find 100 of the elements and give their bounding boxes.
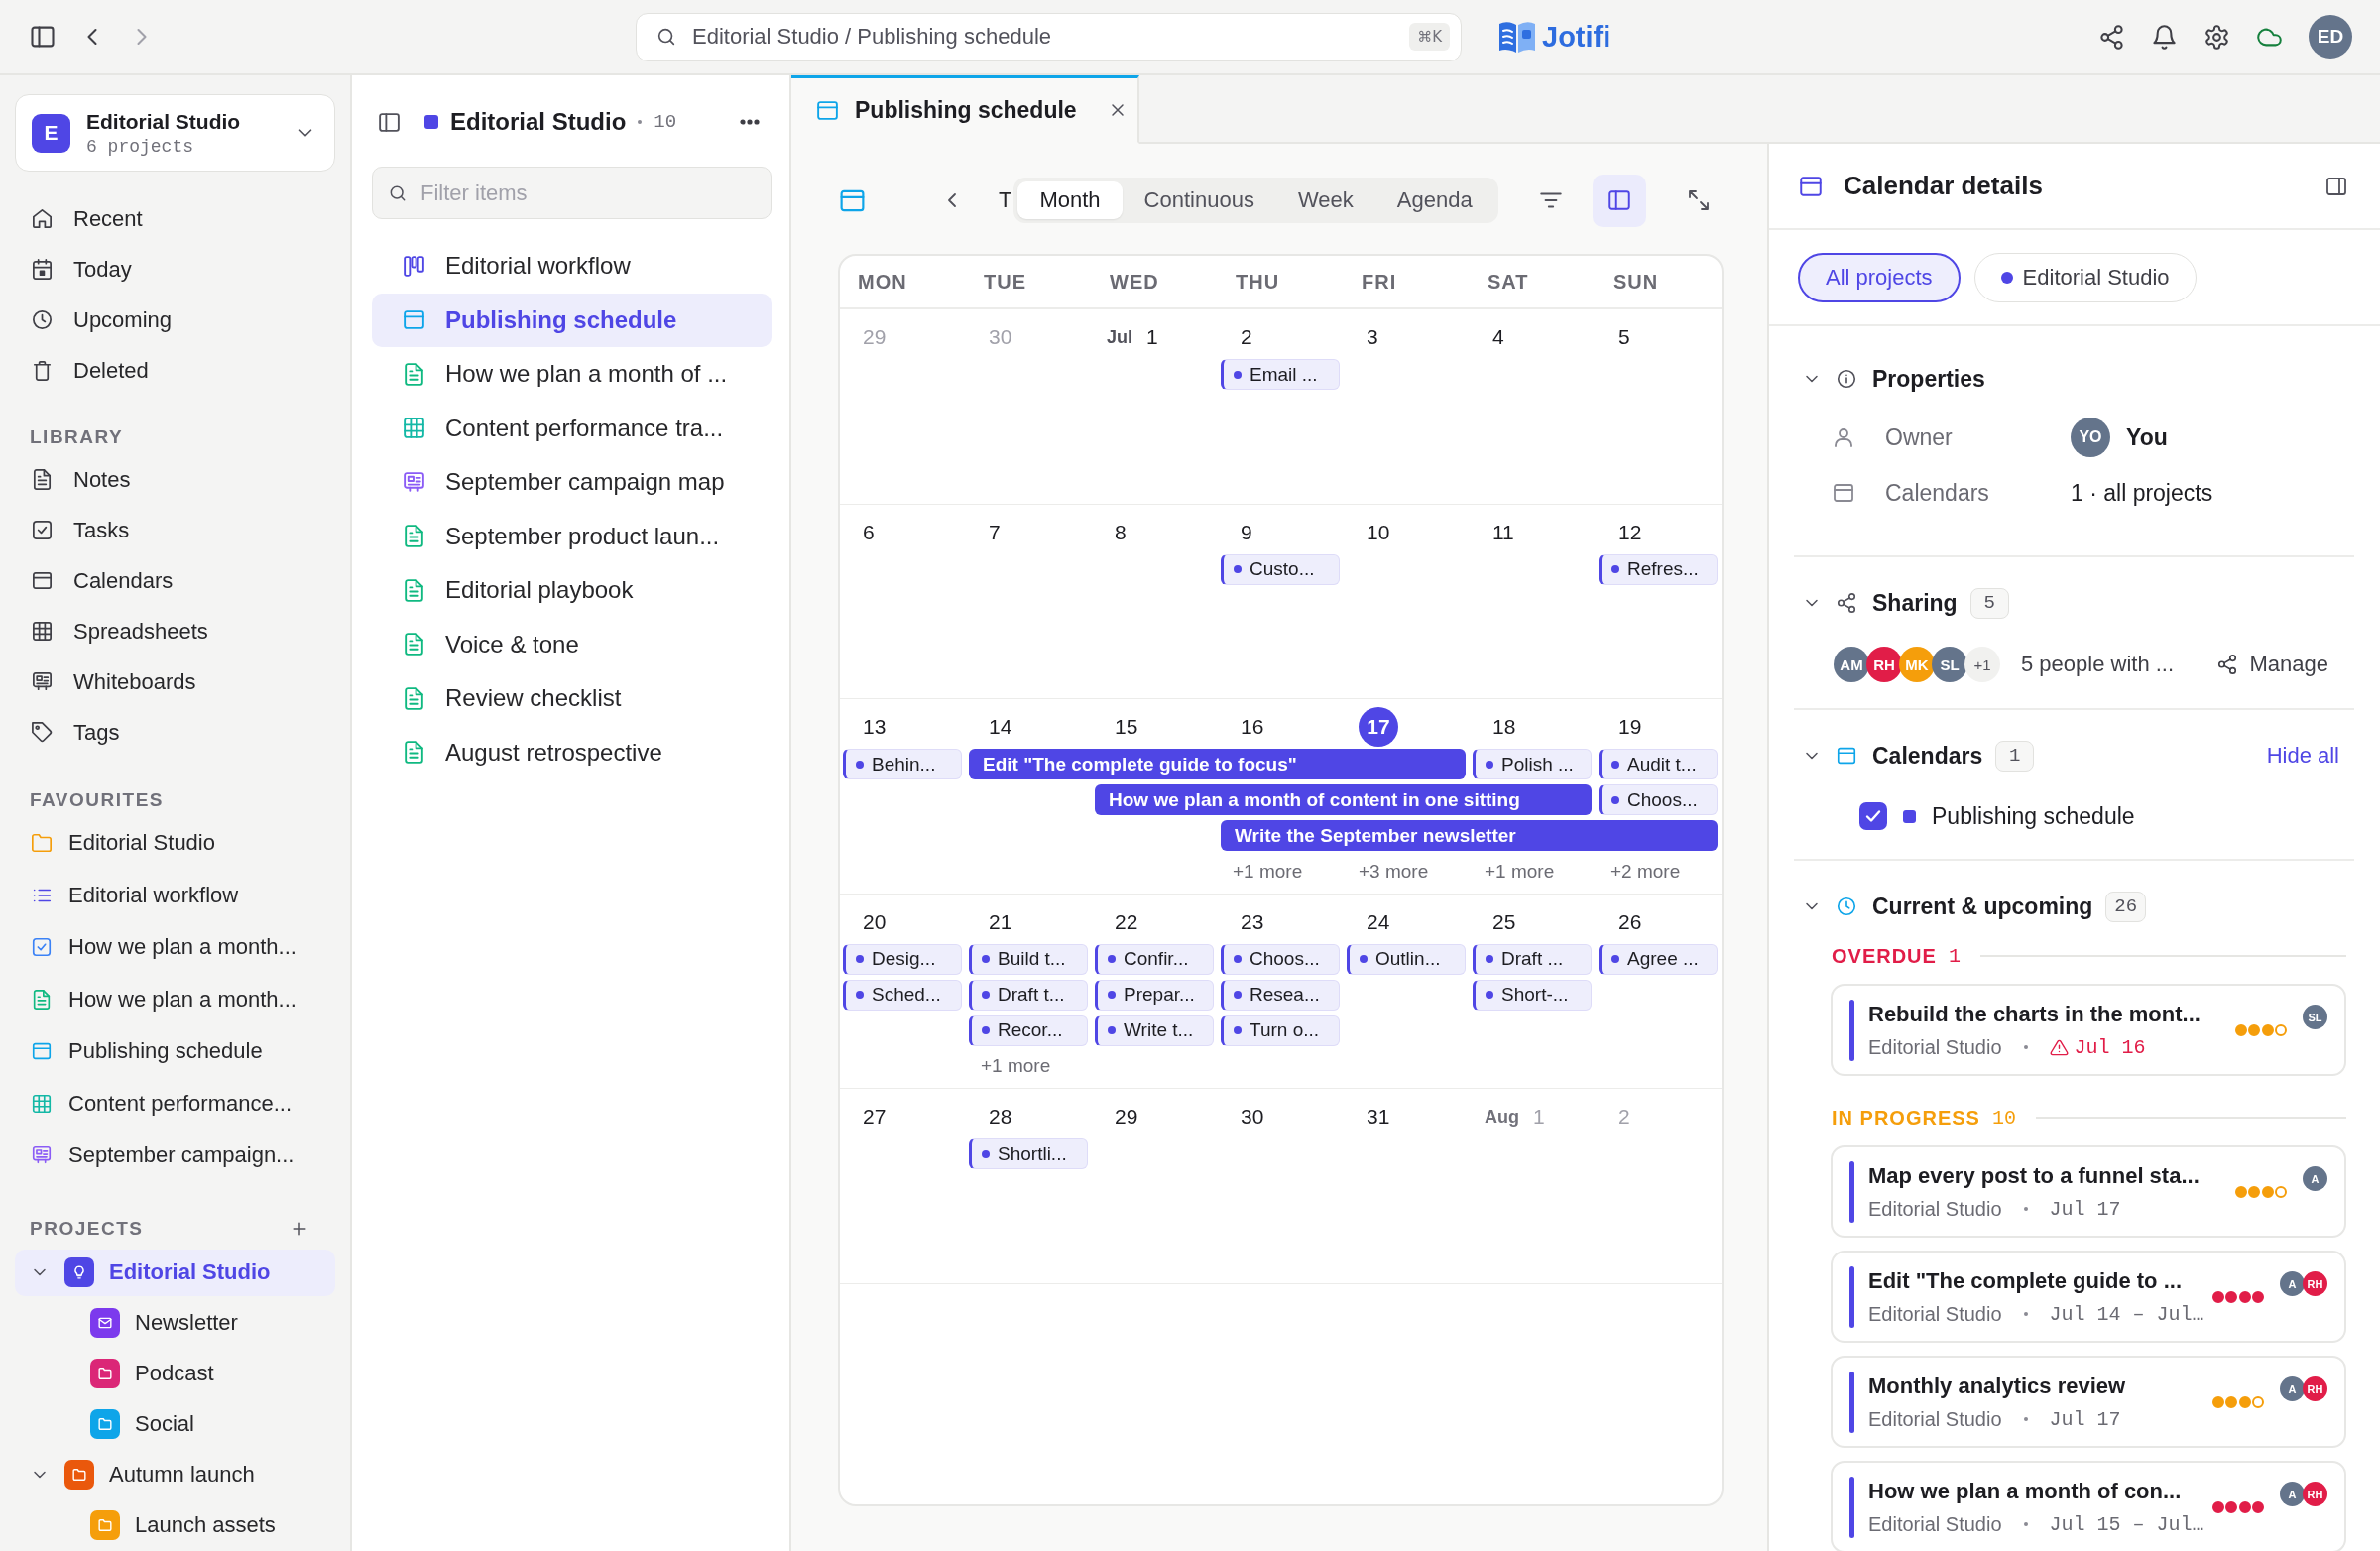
event-chip[interactable]: Custo...: [1221, 553, 1340, 585]
collection-item[interactable]: Voice & tone: [372, 617, 772, 671]
task-card[interactable]: Monthly analytics review Editorial Studio Jul 17 A RH: [1831, 1356, 2346, 1448]
event-chip[interactable]: Confir...: [1095, 943, 1214, 975]
event-chip[interactable]: Behin...: [843, 749, 962, 779]
nav-item[interactable]: Tags: [15, 707, 335, 758]
settings-icon[interactable]: [2203, 23, 2230, 51]
view-tab[interactable]: Week: [1275, 181, 1375, 219]
collection-item[interactable]: Publishing schedule: [372, 293, 772, 347]
project-item[interactable]: Social: [15, 1400, 335, 1448]
more-link[interactable]: +1 more: [981, 1055, 1051, 1077]
collection-item[interactable]: September campaign map: [372, 455, 772, 510]
task-card[interactable]: Rebuild the charts in the mont... Editorial Studio Jul 16 SL: [1831, 984, 2346, 1076]
task-card[interactable]: How we plan a month of con... Editorial Studio Jul 15 – Jul… A RH: [1831, 1461, 2346, 1551]
project-item[interactable]: Autumn launch: [15, 1451, 335, 1498]
event-chip[interactable]: Audit t...: [1599, 749, 1718, 779]
dot-icon: [982, 1149, 990, 1158]
event-chip[interactable]: Outlin...: [1347, 943, 1466, 975]
event-chip[interactable]: Sched...: [843, 979, 962, 1011]
toolbar-button[interactable]: T: [999, 187, 1012, 213]
collection-item[interactable]: Editorial workflow: [372, 239, 772, 294]
event-chip[interactable]: Draft t...: [969, 979, 1088, 1011]
filter-field[interactable]: Filter items: [372, 167, 772, 219]
more-link[interactable]: +3 more: [1359, 860, 1429, 883]
collection-item[interactable]: Editorial playbook: [372, 563, 772, 618]
event-chip[interactable]: Recor...: [969, 1014, 1088, 1046]
nav-item[interactable]: Upcoming: [15, 295, 335, 345]
event-chip[interactable]: Write t...: [1095, 1014, 1214, 1046]
panel-toggle-button[interactable]: [1592, 174, 1646, 227]
project-item[interactable]: Newsletter: [15, 1299, 335, 1347]
nav-item[interactable]: Calendars: [15, 555, 335, 606]
view-tab[interactable]: Continuous: [1122, 181, 1276, 219]
event-chip[interactable]: Prepar...: [1095, 979, 1214, 1011]
event-chip[interactable]: Shortli...: [969, 1138, 1088, 1169]
nav-item[interactable]: September campaign...: [15, 1130, 335, 1182]
hide-all-link[interactable]: Hide all: [2266, 743, 2339, 769]
event-chip[interactable]: Polish ...: [1473, 749, 1592, 779]
nav-item[interactable]: Spreadsheets: [15, 606, 335, 656]
collection-item[interactable]: Content performance tra...: [372, 401, 772, 455]
nav-item[interactable]: Editorial Studio: [15, 817, 335, 870]
collection-item[interactable]: August retrospective: [372, 725, 772, 779]
day-number: 31: [1366, 1104, 1391, 1130]
project-item[interactable]: Editorial Studio: [15, 1249, 335, 1296]
event-chip[interactable]: Choos...: [1599, 784, 1718, 815]
workspace-switcher[interactable]: E Editorial Studio 6 projects: [15, 94, 335, 172]
checkbox[interactable]: [1859, 802, 1887, 830]
property-label: Owner: [1885, 423, 1954, 451]
tag-icon: [31, 721, 54, 744]
event-chip[interactable]: Desig...: [843, 943, 962, 975]
view-tab[interactable]: Agenda: [1374, 181, 1494, 219]
bell-icon[interactable]: [2151, 23, 2178, 51]
nav-item[interactable]: Recent: [15, 193, 335, 244]
count-badge: 5: [1969, 587, 2009, 619]
nav-item[interactable]: Content performance...: [15, 1077, 335, 1130]
project-item[interactable]: Podcast: [15, 1350, 335, 1397]
event-chip[interactable]: Build t...: [969, 943, 1088, 975]
nav-item[interactable]: Deleted: [15, 345, 335, 396]
event-chip[interactable]: Short-...: [1473, 979, 1592, 1011]
filter-chip[interactable]: All projects: [1798, 252, 1961, 302]
section-title: Calendars: [1872, 742, 1983, 770]
workspace-avatar: E: [32, 113, 70, 153]
event-chip[interactable]: Resea...: [1221, 979, 1340, 1011]
dot-icon: [1486, 991, 1493, 999]
view-tab[interactable]: Month: [1017, 181, 1123, 219]
priority-dot-icon: [2275, 1024, 2287, 1036]
manage-button[interactable]: Manage: [2216, 652, 2328, 677]
collection-item[interactable]: How we plan a month of ...: [372, 347, 772, 402]
nav-item[interactable]: How we plan a month...: [15, 921, 335, 974]
nav-item[interactable]: Whiteboards: [15, 656, 335, 707]
task-card[interactable]: Map every post to a funnel sta... Editorial Studio Jul 17 A: [1831, 1145, 2346, 1238]
more-link[interactable]: +1 more: [1233, 860, 1303, 883]
more-link[interactable]: +1 more: [1485, 860, 1555, 883]
event-chip[interactable]: Email ...: [1221, 359, 1340, 390]
dot-icon: [982, 1026, 990, 1034]
collection-item[interactable]: Review checklist: [372, 671, 772, 726]
event-bar[interactable]: Edit "The complete guide to focus": [969, 749, 1466, 779]
search-icon: [655, 26, 677, 48]
event-chip[interactable]: Choos...: [1221, 943, 1340, 975]
nav-item[interactable]: How we plan a month...: [15, 973, 335, 1025]
nav-item[interactable]: Notes: [15, 454, 335, 505]
event-bar[interactable]: Write the September newsletter: [1221, 820, 1718, 851]
user-avatar[interactable]: ED: [2309, 15, 2352, 59]
event-bar[interactable]: How we plan a month of content in one sitting: [1095, 784, 1592, 815]
event-chip[interactable]: Draft ...: [1473, 943, 1592, 975]
nav-item[interactable]: Publishing schedule: [15, 1025, 335, 1078]
collection-item[interactable]: September product laun...: [372, 509, 772, 563]
project-item[interactable]: Launch assets: [15, 1501, 335, 1549]
event-chip[interactable]: Refres...: [1599, 553, 1718, 585]
expand-icon[interactable]: [1686, 188, 1711, 212]
day-number: 20: [862, 908, 888, 935]
nav-item[interactable]: Today: [15, 244, 335, 295]
event-chip[interactable]: Turn o...: [1221, 1014, 1340, 1046]
share-icon[interactable]: [2098, 23, 2125, 51]
filter-chip[interactable]: Editorial Studio: [1973, 252, 2197, 302]
nav-item[interactable]: Editorial workflow: [15, 869, 335, 921]
tab[interactable]: Publishing schedule: [791, 75, 1139, 144]
event-chip[interactable]: Agree ...: [1599, 943, 1718, 975]
nav-item[interactable]: Tasks: [15, 505, 335, 555]
more-link[interactable]: +2 more: [1610, 860, 1681, 883]
task-card[interactable]: Edit "The complete guide to ... Editorial Studio Jul 14 – Jul… A RH: [1831, 1251, 2346, 1343]
